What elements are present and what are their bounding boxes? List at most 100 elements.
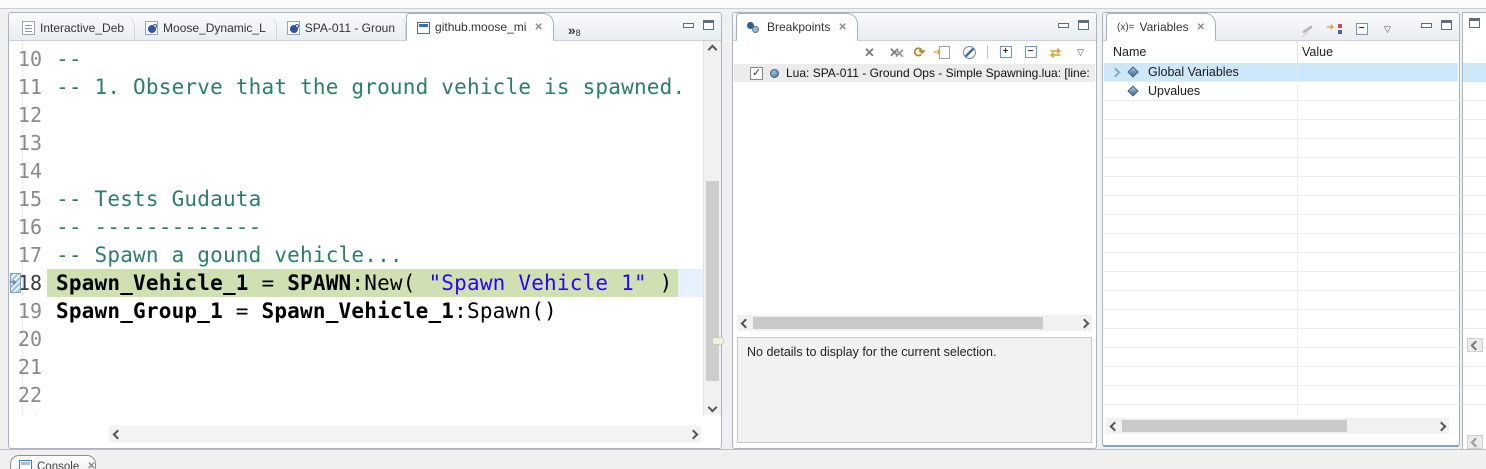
editor-vertical-scrollbar[interactable]: [703, 41, 721, 415]
column-divider[interactable]: [1297, 41, 1298, 63]
scroll-right-icon[interactable]: [685, 426, 701, 442]
scroll-left-icon[interactable]: [1106, 418, 1122, 434]
code-token: -- 1. Observe that the ground vehicle is…: [56, 75, 685, 99]
column-divider: [1297, 196, 1298, 214]
variables-empty-row[interactable]: [1104, 177, 1458, 196]
scroll-down-icon[interactable]: [704, 399, 721, 415]
variables-empty-row[interactable]: [1104, 234, 1458, 253]
code-editor[interactable]: 1011121314151617181920212223 ---- 1. Obs…: [9, 41, 703, 415]
variables-empty-row[interactable]: [1104, 158, 1458, 177]
variables-empty-row[interactable]: [1104, 101, 1458, 120]
tab-variables[interactable]: (x)= Variables ✕: [1106, 13, 1216, 41]
variables-empty-row[interactable]: [1104, 386, 1458, 405]
code-line-13[interactable]: [47, 129, 703, 157]
scroll-left-icon[interactable]: [109, 426, 125, 442]
collapse-all-button[interactable]: −: [1023, 44, 1038, 60]
code-line-16[interactable]: -- -------------: [47, 213, 703, 241]
maximize-icon[interactable]: [1469, 18, 1480, 28]
view-menu-button[interactable]: ▽: [1073, 44, 1088, 60]
remove-breakpoint-button[interactable]: ✕: [862, 44, 877, 60]
minimize-icon[interactable]: [1058, 23, 1069, 28]
code-token: -- Spawn a gound vehicle...: [56, 243, 403, 267]
line-number: 23: [9, 409, 47, 415]
editor-tab-Interactive_Deb[interactable]: Interactive_Deb: [12, 16, 135, 40]
code-line-10[interactable]: --: [47, 45, 703, 73]
code-line-18[interactable]: Spawn_Vehicle_1 = SPAWN:New( "Spawn Vehi…: [47, 269, 703, 297]
tab-overflow-chevron[interactable]: »8: [568, 20, 581, 40]
column-header-name[interactable]: Name: [1113, 45, 1146, 59]
variables-empty-row[interactable]: [1104, 291, 1458, 310]
scrollbar-thumb[interactable]: [706, 181, 719, 381]
show-supported-breakpoints-button[interactable]: ⟳: [912, 44, 927, 60]
collapse-all-button[interactable]: −: [1354, 21, 1369, 37]
code-line-19[interactable]: Spawn_Group_1 = Spawn_Vehicle_1:Spawn(): [47, 297, 703, 325]
column-header-value[interactable]: Value: [1302, 45, 1333, 59]
column-divider: [1297, 139, 1298, 157]
variables-horizontal-scrollbar[interactable]: [1106, 418, 1449, 434]
maximize-icon[interactable]: [1441, 20, 1452, 30]
code-token: =: [249, 271, 288, 295]
variables-empty-row[interactable]: [1104, 120, 1458, 139]
view-menu-icon: ▽: [1077, 48, 1084, 57]
breakpoint-row[interactable]: Lua: SPA-011 - Ground Ops - Simple Spawn…: [734, 64, 1095, 82]
scroll-left-icon[interactable]: [737, 315, 753, 331]
code-line-21[interactable]: [47, 353, 703, 381]
editor-tab-SPA-011 - Groun[interactable]: SPA-011 - Groun: [277, 16, 406, 40]
code-line-12[interactable]: [47, 101, 703, 129]
variables-empty-row[interactable]: [1104, 196, 1458, 215]
code-lines[interactable]: ---- 1. Observe that the ground vehicle …: [47, 45, 703, 415]
variables-row-upvalues[interactable]: Upvalues: [1104, 82, 1458, 101]
minimize-icon[interactable]: [683, 23, 694, 28]
close-tab-icon[interactable]: ✕: [1197, 22, 1205, 33]
variables-empty-row[interactable]: [1104, 367, 1458, 386]
variables-empty-row[interactable]: [1104, 215, 1458, 234]
view-menu-button[interactable]: ▽: [1380, 21, 1395, 37]
variables-empty-row[interactable]: [1104, 310, 1458, 329]
variables-empty-row[interactable]: [1104, 329, 1458, 348]
variables-empty-row[interactable]: [1104, 405, 1458, 416]
code-line-20[interactable]: [47, 325, 703, 353]
scrollbar-thumb[interactable]: [1122, 420, 1347, 432]
go-to-file-button[interactable]: [937, 44, 952, 60]
scroll-left-icon[interactable]: [1467, 435, 1483, 449]
scroll-right-icon[interactable]: [1076, 315, 1092, 331]
close-tab-icon[interactable]: ✕: [87, 461, 95, 469]
editor-tab-Moose_Dynamic_L[interactable]: Moose_Dynamic_L: [135, 16, 277, 40]
close-tab-icon[interactable]: ✕: [534, 22, 542, 33]
code-line-15[interactable]: -- Tests Gudauta: [47, 185, 703, 213]
scroll-right-icon[interactable]: [1433, 418, 1449, 434]
breakpoint-checkbox[interactable]: [750, 67, 763, 80]
scroll-left-icon[interactable]: [1467, 338, 1483, 352]
code-line-11[interactable]: -- 1. Observe that the ground vehicle is…: [47, 73, 703, 101]
close-tab-icon[interactable]: ✕: [838, 22, 846, 33]
variables-empty-row[interactable]: [1104, 139, 1458, 158]
skip-all-breakpoints-button[interactable]: [962, 44, 977, 60]
editor-horizontal-scrollbar[interactable]: [109, 426, 701, 442]
code-line-23[interactable]: [47, 409, 703, 415]
code-token: :New(: [351, 271, 428, 295]
maximize-icon[interactable]: [1078, 20, 1089, 30]
variables-empty-row[interactable]: [1104, 348, 1458, 367]
show-logical-structure-button[interactable]: [1326, 21, 1343, 37]
expand-all-button[interactable]: +: [998, 44, 1013, 60]
variables-empty-row[interactable]: [1104, 253, 1458, 272]
editor-tab-github.moose_mi[interactable]: github.moose_mi✕: [406, 13, 554, 41]
code-line-22[interactable]: [47, 381, 703, 409]
variables-row-global-variables[interactable]: Global Variables: [1104, 63, 1458, 82]
breakpoints-horizontal-scrollbar[interactable]: [737, 315, 1092, 331]
sash-grip[interactable]: [712, 337, 724, 345]
tab-console[interactable]: Console ✕: [10, 455, 96, 469]
remove-all-breakpoints-button[interactable]: ✕: [887, 44, 902, 60]
minimize-icon[interactable]: [1421, 23, 1432, 28]
code-line-17[interactable]: -- Spawn a gound vehicle...: [47, 241, 703, 269]
link-with-debug-button[interactable]: ⇄: [1048, 44, 1063, 60]
variables-empty-row[interactable]: [1104, 272, 1458, 291]
scroll-up-icon[interactable]: [704, 41, 721, 57]
expand-chevron-icon[interactable]: [1111, 68, 1121, 78]
line-number: 21: [9, 353, 47, 381]
code-line-14[interactable]: [47, 157, 703, 185]
maximize-icon[interactable]: [703, 20, 714, 30]
show-type-names-button[interactable]: [1300, 21, 1315, 37]
scrollbar-thumb[interactable]: [753, 317, 1043, 329]
tab-breakpoints[interactable]: Breakpoints ✕: [736, 13, 858, 41]
